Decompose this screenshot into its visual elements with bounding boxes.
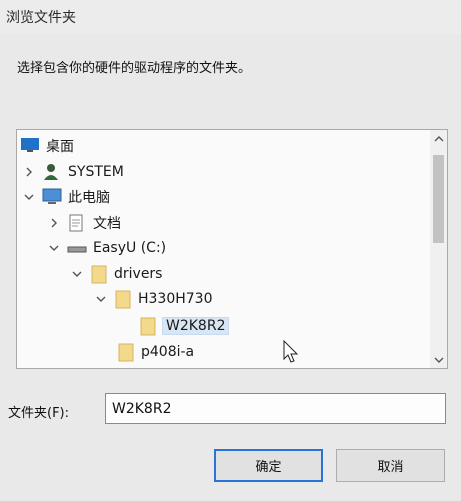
- tree-item-w2k8r2[interactable]: W2K8R2: [139, 315, 230, 337]
- cursor-icon: [283, 339, 299, 368]
- chevron-right-icon[interactable]: [22, 165, 36, 179]
- folder-icon: [139, 316, 157, 336]
- ok-button[interactable]: 确定: [214, 449, 323, 482]
- computer-icon: [42, 188, 62, 206]
- tree-item-label: H330H730: [138, 291, 213, 307]
- folder-input[interactable]: [105, 393, 446, 424]
- chevron-right-icon[interactable]: [47, 216, 61, 230]
- desktop-icon: [20, 137, 40, 155]
- cancel-button[interactable]: 取消: [336, 449, 445, 482]
- chevron-down-icon[interactable]: [70, 267, 84, 281]
- folder-icon: [114, 289, 132, 309]
- chevron-down-icon[interactable]: [94, 292, 108, 306]
- tree-item-label: W2K8R2: [161, 317, 230, 335]
- tree-item-this-pc[interactable]: 此电脑: [22, 186, 110, 208]
- folder-icon: [90, 264, 108, 284]
- folder-icon: [117, 342, 135, 362]
- instruction-text: 选择包含你的硬件的驱动程序的文件夹。: [17, 61, 252, 76]
- folder-field-label: 文件夹(F):: [8, 406, 70, 421]
- scroll-up-icon[interactable]: [430, 130, 447, 147]
- tree-item-h330h730[interactable]: H330H730: [94, 288, 213, 310]
- scroll-down-icon[interactable]: [430, 351, 447, 368]
- vertical-scrollbar[interactable]: [430, 130, 447, 368]
- tree-item-label: 此电脑: [68, 190, 110, 206]
- tree-item-label: SYSTEM: [68, 164, 124, 180]
- window-title: 浏览文件夹: [6, 10, 76, 26]
- tree-item-label: EasyU (C:): [93, 240, 167, 256]
- folder-tree[interactable]: 桌面 SYSTEM 此电脑 文档 EasyU (C:) drivers H330…: [16, 129, 448, 369]
- drive-icon: [67, 239, 87, 257]
- tree-item-system[interactable]: SYSTEM: [22, 161, 124, 183]
- tree-item-p408i-a[interactable]: p408i-a: [117, 341, 194, 363]
- scroll-thumb[interactable]: [433, 155, 444, 243]
- tree-item-label: 桌面: [46, 139, 74, 155]
- tree-item-desktop[interactable]: 桌面: [20, 135, 74, 157]
- title-bar: 浏览文件夹: [0, 0, 461, 34]
- document-icon: [67, 214, 87, 232]
- user-icon: [42, 163, 62, 181]
- tree-item-documents[interactable]: 文档: [47, 212, 121, 234]
- chevron-down-icon[interactable]: [47, 241, 61, 255]
- tree-item-label: 文档: [93, 216, 121, 232]
- tree-item-label: drivers: [114, 266, 163, 282]
- tree-item-label: p408i-a: [141, 344, 195, 360]
- tree-item-drivers[interactable]: drivers: [70, 263, 162, 285]
- tree-item-drive-c[interactable]: EasyU (C:): [47, 237, 166, 259]
- chevron-down-icon[interactable]: [22, 190, 36, 204]
